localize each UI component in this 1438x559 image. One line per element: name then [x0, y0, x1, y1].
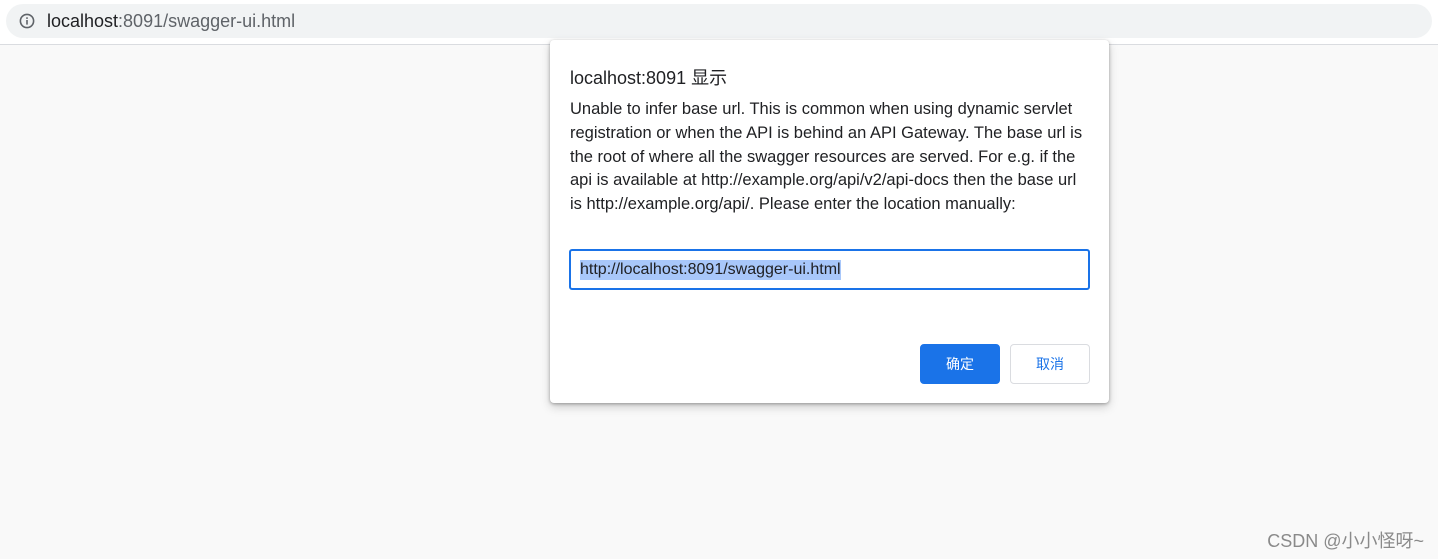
dialog-title: localhost:8091 显示 — [570, 68, 728, 88]
cancel-button[interactable]: 取消 — [1010, 344, 1090, 384]
url-host: localhost — [47, 10, 119, 31]
browser-toolbar: localhost:8091/swagger-ui.html — [0, 0, 1438, 45]
prompt-dialog: localhost:8091 显示 Unable to infer base u… — [550, 40, 1109, 403]
watermark: CSDN @小小怪呀~ — [1267, 531, 1424, 551]
url-path: :8091/swagger-ui.html — [118, 10, 296, 31]
address-bar[interactable]: localhost:8091/swagger-ui.html — [6, 4, 1432, 38]
ok-button[interactable]: 确定 — [920, 344, 1000, 384]
browser-page: localhost:8091/swagger-ui.html localhost… — [0, 0, 1438, 559]
info-circle-icon[interactable] — [19, 13, 35, 29]
dialog-message: Unable to infer base url. This is common… — [570, 100, 1083, 214]
base-url-input[interactable]: http://localhost:8091/swagger-ui.html — [569, 249, 1090, 290]
address-url[interactable]: localhost:8091/swagger-ui.html — [47, 11, 295, 32]
base-url-input-value[interactable]: http://localhost:8091/swagger-ui.html — [580, 259, 841, 280]
